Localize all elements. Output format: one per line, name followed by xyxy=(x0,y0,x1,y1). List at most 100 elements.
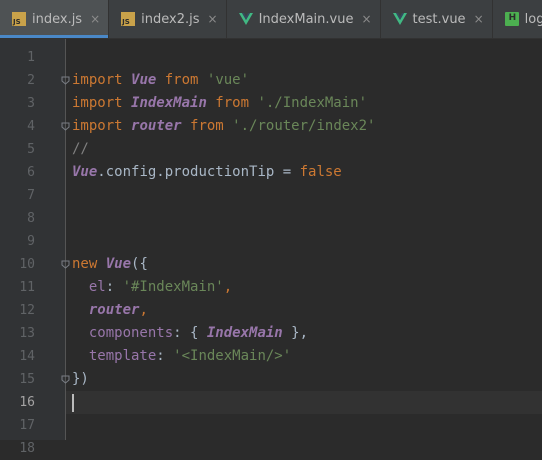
code-token: : xyxy=(156,348,173,364)
code-token: }, xyxy=(283,325,308,341)
code-text: }) xyxy=(72,368,89,391)
code-line[interactable] xyxy=(66,437,542,460)
code-token: .config.productionTip = xyxy=(97,164,299,180)
code-token: import xyxy=(72,95,131,111)
code-editor[interactable]: import Vue from 'vue'import IndexMain fr… xyxy=(66,39,542,440)
tab-label: index.js xyxy=(32,12,82,27)
code-token: '#IndexMain' xyxy=(123,279,224,295)
code-token: router xyxy=(131,118,182,134)
vue-file-icon xyxy=(393,12,407,26)
code-text: import router from './router/index2' xyxy=(72,115,375,138)
code-token: el xyxy=(72,279,106,295)
tab-login-html[interactable]: login.htm xyxy=(493,0,542,38)
code-token: 'vue' xyxy=(207,72,249,88)
code-token: ({ xyxy=(131,256,148,272)
code-token: IndexMain xyxy=(207,325,283,341)
tab-label: login.htm xyxy=(525,12,542,27)
code-line[interactable]: new Vue({ xyxy=(66,253,542,276)
code-line[interactable]: import Vue from 'vue' xyxy=(66,69,542,92)
code-line[interactable] xyxy=(66,184,542,207)
code-line[interactable]: template: '<IndexMain/>' xyxy=(66,345,542,368)
code-line[interactable] xyxy=(66,391,542,414)
code-token: template xyxy=(72,348,156,364)
code-line[interactable]: import router from './router/index2' xyxy=(66,115,542,138)
code-token: : xyxy=(106,279,123,295)
line-number: 6 xyxy=(5,161,35,184)
code-token: './IndexMain' xyxy=(257,95,367,111)
code-token: }) xyxy=(72,371,89,387)
text-cursor xyxy=(72,394,74,412)
code-text: el: '#IndexMain', xyxy=(72,276,232,299)
code-text: components: { IndexMain }, xyxy=(72,322,308,345)
close-icon[interactable]: × xyxy=(208,12,218,26)
code-token: false xyxy=(300,164,342,180)
tab-index-js[interactable]: index.js × xyxy=(0,0,109,38)
code-line[interactable]: import IndexMain from './IndexMain' xyxy=(66,92,542,115)
line-number: 12 xyxy=(5,299,35,322)
code-token: import xyxy=(72,72,131,88)
tab-label: IndexMain.vue xyxy=(259,12,354,27)
code-text: template: '<IndexMain/>' xyxy=(72,345,291,368)
line-number: 4 xyxy=(5,115,35,138)
line-number: 1 xyxy=(5,46,35,69)
line-number: 16 xyxy=(5,391,35,414)
html-file-icon xyxy=(505,12,519,26)
code-token xyxy=(72,302,89,318)
close-icon[interactable]: × xyxy=(361,12,371,26)
code-line[interactable]: // xyxy=(66,138,542,161)
code-token: from xyxy=(207,95,258,111)
code-token: components xyxy=(72,325,173,341)
code-line[interactable] xyxy=(66,230,542,253)
code-text: import Vue from 'vue' xyxy=(72,69,249,92)
code-token: , xyxy=(139,302,147,318)
line-number: 2 xyxy=(5,69,35,92)
close-icon[interactable]: × xyxy=(474,12,484,26)
code-token: IndexMain xyxy=(131,95,207,111)
tab-label: index2.js xyxy=(141,12,199,27)
code-token: Vue xyxy=(106,256,131,272)
code-token: import xyxy=(72,118,131,134)
line-number: 10 xyxy=(5,253,35,276)
code-text: Vue.config.productionTip = false xyxy=(72,161,342,184)
code-line[interactable]: el: '#IndexMain', xyxy=(66,276,542,299)
code-token: './router/index2' xyxy=(232,118,375,134)
code-line[interactable]: components: { IndexMain }, xyxy=(66,322,542,345)
code-token: // xyxy=(72,141,89,157)
editor-tab-bar: index.js × index2.js × IndexMain.vue × t… xyxy=(0,0,542,39)
code-line[interactable]: }) xyxy=(66,368,542,391)
tab-test-vue[interactable]: test.vue × xyxy=(381,0,493,38)
line-number: 15 xyxy=(5,368,35,391)
code-token: new xyxy=(72,256,106,272)
tab-label: test.vue xyxy=(413,12,466,27)
code-line[interactable] xyxy=(66,46,542,69)
code-text: new Vue({ xyxy=(72,253,148,276)
tab-index2-js[interactable]: index2.js × xyxy=(109,0,226,38)
code-token: : { xyxy=(173,325,207,341)
line-number: 3 xyxy=(5,92,35,115)
code-line[interactable] xyxy=(66,414,542,437)
line-number: 8 xyxy=(5,207,35,230)
code-text: router, xyxy=(72,299,148,322)
code-token: router xyxy=(89,302,140,318)
code-token: Vue xyxy=(72,164,97,180)
line-number: 7 xyxy=(5,184,35,207)
line-number-gutter[interactable]: 123456789101112131415161718 xyxy=(0,39,66,440)
code-text: import IndexMain from './IndexMain' xyxy=(72,92,367,115)
code-line[interactable]: router, xyxy=(66,299,542,322)
code-token: from xyxy=(156,72,207,88)
line-number: 13 xyxy=(5,322,35,345)
line-number: 17 xyxy=(5,414,35,437)
js-file-icon xyxy=(12,12,26,26)
code-text: // xyxy=(72,138,89,161)
code-token: , xyxy=(224,279,232,295)
line-number: 5 xyxy=(5,138,35,161)
js-file-icon xyxy=(121,12,135,26)
code-token: from xyxy=(182,118,233,134)
line-number: 14 xyxy=(5,345,35,368)
tab-indexmain-vue[interactable]: IndexMain.vue × xyxy=(227,0,381,38)
code-line[interactable] xyxy=(66,207,542,230)
line-number: 18 xyxy=(5,437,35,460)
close-icon[interactable]: × xyxy=(90,12,100,26)
vue-file-icon xyxy=(239,12,253,26)
code-line[interactable]: Vue.config.productionTip = false xyxy=(66,161,542,184)
